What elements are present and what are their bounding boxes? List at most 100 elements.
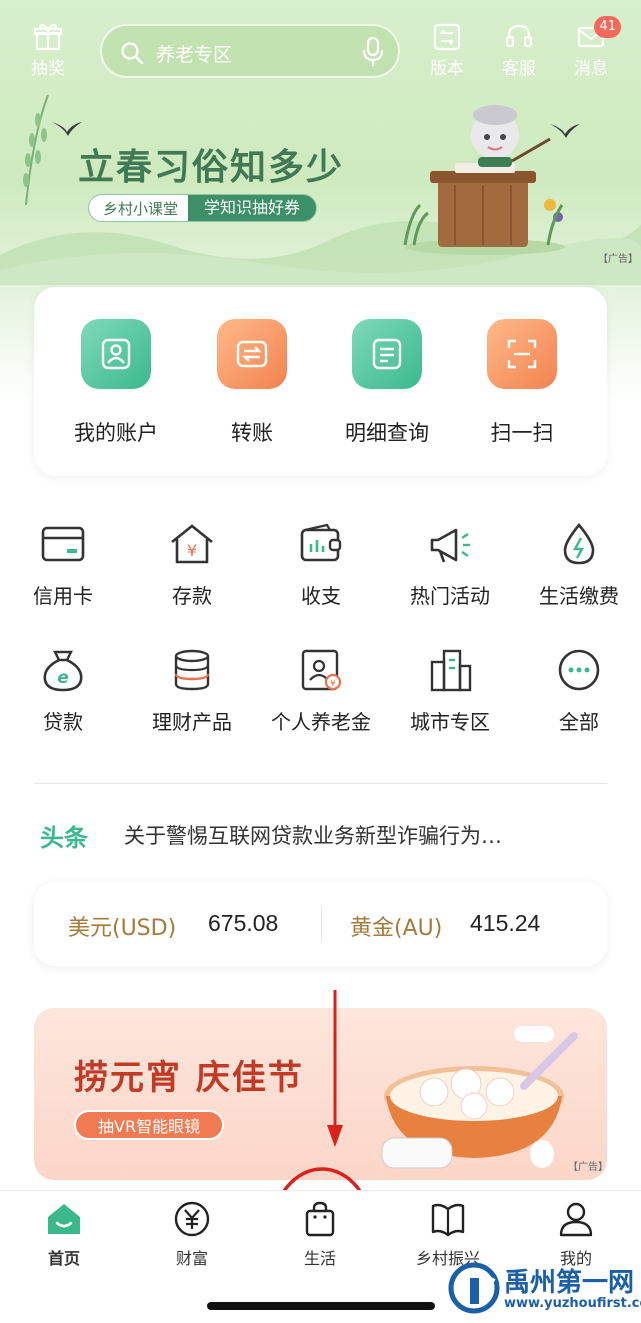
wallet-icon — [300, 523, 342, 562]
willow-decoration — [23, 95, 49, 205]
search-placeholder: 养老专区 — [156, 44, 233, 66]
usd-rate-value: 675.08 — [208, 910, 279, 936]
banner-tag: 乡村小课堂 学知识抽好券 — [88, 194, 318, 222]
gift-icon — [33, 23, 63, 51]
rates-card[interactable]: 美元(USD) 675.08 黄金(AU) 415.24 — [34, 882, 607, 966]
coins-icon — [174, 649, 210, 691]
home-icon — [48, 1204, 80, 1234]
banner-ad-label: 【广告】 — [598, 254, 638, 265]
income-expense-label: 收支 — [301, 584, 341, 608]
city-zone-button[interactable]: 城市专区 — [390, 648, 510, 735]
svg-text:¥: ¥ — [187, 541, 197, 560]
message-label: 消息 — [574, 59, 608, 79]
deposit-button[interactable]: ¥ 存款 — [132, 522, 252, 609]
lottery-label: 抽奖 — [31, 59, 65, 79]
transfer-label: 转账 — [231, 421, 273, 445]
main-shortcuts-card: 我的账户 转账 明细查询 扫一扫 — [34, 287, 607, 476]
shopping-bag-icon — [305, 1201, 335, 1237]
nav-home[interactable]: 首页 — [9, 1201, 119, 1269]
account-icon — [81, 319, 151, 389]
wealth-products-button[interactable]: 理财产品 — [132, 648, 252, 735]
hot-activities-button[interactable]: 热门活动 — [390, 522, 510, 609]
user-icon — [559, 1202, 593, 1237]
city-icon — [430, 649, 472, 692]
more-icon — [558, 649, 600, 691]
watermark-logo-icon — [448, 1262, 500, 1314]
bill-payment-label: 生活缴费 — [539, 584, 619, 608]
svg-text:e: e — [57, 668, 69, 688]
site-watermark: 禹州第一网 www.yuzhoufirst.com — [448, 1262, 641, 1314]
headline-tag: 头条 — [40, 818, 88, 853]
section-divider — [34, 783, 607, 784]
message-badge: 41 — [594, 16, 621, 38]
drop-bolt-icon — [563, 522, 595, 565]
watermark-url: www.yuzhoufirst.com — [504, 1296, 641, 1311]
service-button[interactable]: 客服 — [489, 22, 549, 79]
nav-rural[interactable]: 乡村振兴 — [393, 1201, 503, 1269]
gold-rate-value: 415.24 — [470, 910, 541, 936]
transfer-icon — [217, 319, 287, 389]
book-icon — [431, 1203, 465, 1237]
my-account-button[interactable]: 我的账户 — [56, 319, 176, 447]
banner-tag-right: 学知识抽好券 — [188, 195, 317, 221]
city-zone-label: 城市专区 — [410, 710, 490, 734]
lottery-button[interactable]: 抽奖 — [18, 22, 78, 79]
bill-payment-button[interactable]: 生活缴费 — [519, 522, 639, 609]
transfer-button[interactable]: 转账 — [192, 319, 312, 447]
nav-life-label: 生活 — [303, 1249, 336, 1268]
rate-separator — [321, 906, 322, 942]
nav-home-label: 首页 — [47, 1249, 80, 1268]
tangyuan-bowl-illustration — [381, 1026, 578, 1169]
watermark-name: 禹州第一网 — [504, 1268, 635, 1298]
headline-text[interactable]: 关于警惕互联网贷款业务新型诈骗行为… — [124, 820, 594, 850]
nav-mine[interactable]: 我的 — [521, 1201, 631, 1269]
home-indicator — [207, 1302, 435, 1310]
hot-activities-label: 热门活动 — [410, 584, 490, 608]
loan-button[interactable]: e 贷款 — [3, 648, 123, 735]
credit-card-label: 信用卡 — [33, 584, 93, 608]
svg-text:¥: ¥ — [330, 679, 336, 689]
wealth-products-label: 理财产品 — [152, 710, 232, 734]
all-services-button[interactable]: 全部 — [519, 648, 639, 735]
details-icon — [352, 319, 422, 389]
credit-card-button[interactable]: 信用卡 — [3, 522, 123, 609]
nav-wealth-label: 财富 — [175, 1249, 208, 1268]
banner-title: 立春习俗知多少 — [78, 146, 345, 188]
scan-label: 扫一扫 — [490, 421, 554, 445]
service-label: 客服 — [502, 59, 536, 79]
gold-rate-name: 黄金(AU) — [350, 916, 443, 941]
message-button[interactable]: 消息 41 — [561, 16, 621, 79]
promo-button[interactable]: 抽VR智能眼镜 — [74, 1110, 225, 1140]
usd-rate-name: 美元(USD) — [68, 916, 177, 941]
pension-icon: ¥ — [301, 649, 342, 691]
megaphone-icon — [430, 528, 470, 563]
money-bag-icon: e — [43, 650, 83, 692]
banner-tag-left: 乡村小课堂 — [103, 199, 179, 218]
headline-tag-text: 头条 — [40, 824, 88, 852]
details-label: 明细查询 — [345, 421, 429, 445]
scan-button[interactable]: 扫一扫 — [462, 319, 582, 447]
headset-icon — [505, 24, 533, 48]
loan-label: 贷款 — [43, 710, 83, 734]
version-button[interactable]: 版本 — [417, 22, 477, 79]
nav-wealth[interactable]: 财富 — [137, 1201, 247, 1269]
deposit-label: 存款 — [172, 584, 212, 608]
deposit-icon: ¥ — [171, 524, 213, 564]
credit-card-icon — [41, 526, 85, 562]
search-bar[interactable]: 养老专区 — [100, 24, 400, 78]
microphone-icon[interactable] — [360, 36, 386, 68]
nav-life[interactable]: 生活 — [265, 1201, 375, 1269]
version-label: 版本 — [430, 59, 464, 79]
personal-pension-label: 个人养老金 — [271, 710, 371, 734]
mascot-illustration — [403, 105, 565, 255]
my-account-label: 我的账户 — [74, 421, 158, 445]
details-button[interactable]: 明细查询 — [327, 319, 447, 447]
personal-pension-button[interactable]: ¥ 个人养老金 — [261, 648, 381, 735]
version-switch-icon — [433, 23, 461, 51]
all-services-label: 全部 — [559, 710, 599, 734]
yen-icon — [174, 1201, 210, 1237]
search-icon — [121, 42, 144, 65]
promo-ad-label: 【广告】 — [568, 1162, 607, 1173]
scan-icon — [487, 319, 557, 389]
income-expense-button[interactable]: 收支 — [261, 522, 381, 609]
